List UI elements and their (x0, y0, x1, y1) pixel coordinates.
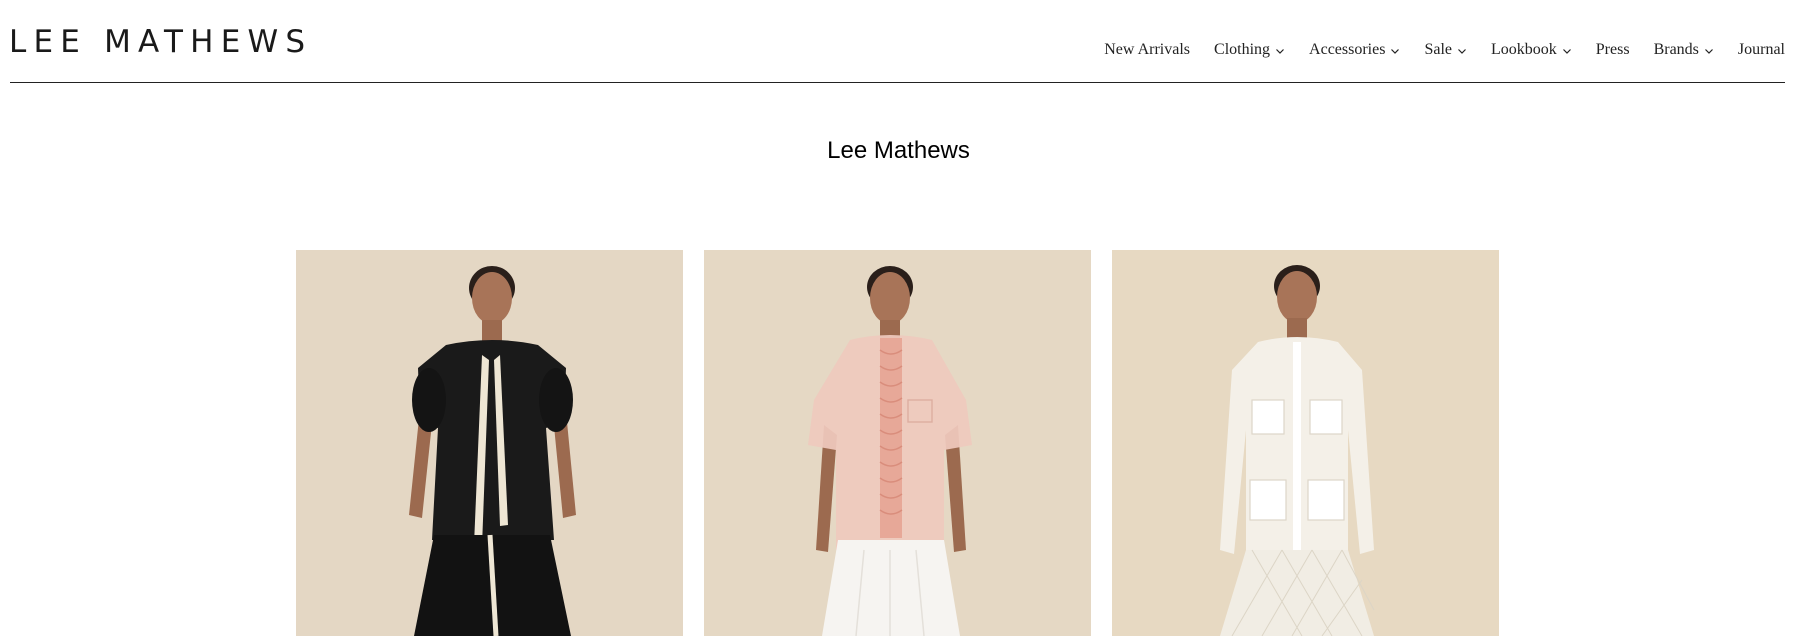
header-divider (10, 82, 1785, 83)
chevron-down-icon (1457, 46, 1467, 56)
nav-brands-label: Brands (1653, 41, 1699, 58)
chevron-down-icon (1390, 46, 1400, 56)
nav-accessories[interactable]: Accessories (1309, 38, 1400, 62)
nav-lookbook-label: Lookbook (1491, 41, 1557, 58)
product-grid (296, 250, 1502, 636)
nav-sale-label: Sale (1424, 41, 1452, 58)
nav-new-arrivals-label: New Arrivals (1104, 41, 1191, 58)
chevron-down-icon (1562, 46, 1572, 56)
main-nav: New Arrivals Clothing Accessories Sale L… (1104, 38, 1785, 62)
nav-lookbook[interactable]: Lookbook (1491, 38, 1572, 62)
nav-clothing-label: Clothing (1214, 41, 1271, 58)
chevron-down-icon (1275, 46, 1285, 56)
nav-sale[interactable]: Sale (1424, 38, 1467, 62)
product-card[interactable] (296, 250, 683, 636)
page-title: Lee Mathews (827, 137, 970, 164)
nav-brands[interactable]: Brands (1654, 38, 1714, 62)
chevron-down-icon (1704, 46, 1714, 56)
nav-clothing[interactable]: Clothing (1214, 38, 1285, 62)
nav-accessories-label: Accessories (1309, 41, 1386, 58)
model-white-cargo-shirt-dress-photo[interactable] (1112, 250, 1499, 636)
model-black-smock-top-photo[interactable] (296, 250, 683, 636)
product-card[interactable] (1112, 250, 1499, 636)
site-header: LEE MATHEWS New Arrivals Clothing Access… (0, 0, 1797, 84)
nav-new-arrivals[interactable]: New Arrivals (1104, 38, 1190, 62)
nav-press-label: Press (1595, 41, 1630, 58)
brand-logo[interactable]: LEE MATHEWS (9, 24, 312, 60)
nav-journal-label: Journal (1737, 41, 1785, 58)
product-card[interactable] (704, 250, 1091, 636)
nav-journal[interactable]: Journal (1738, 38, 1785, 62)
model-pink-ruffle-shirt-photo[interactable] (704, 250, 1091, 636)
nav-press[interactable]: Press (1596, 38, 1630, 62)
